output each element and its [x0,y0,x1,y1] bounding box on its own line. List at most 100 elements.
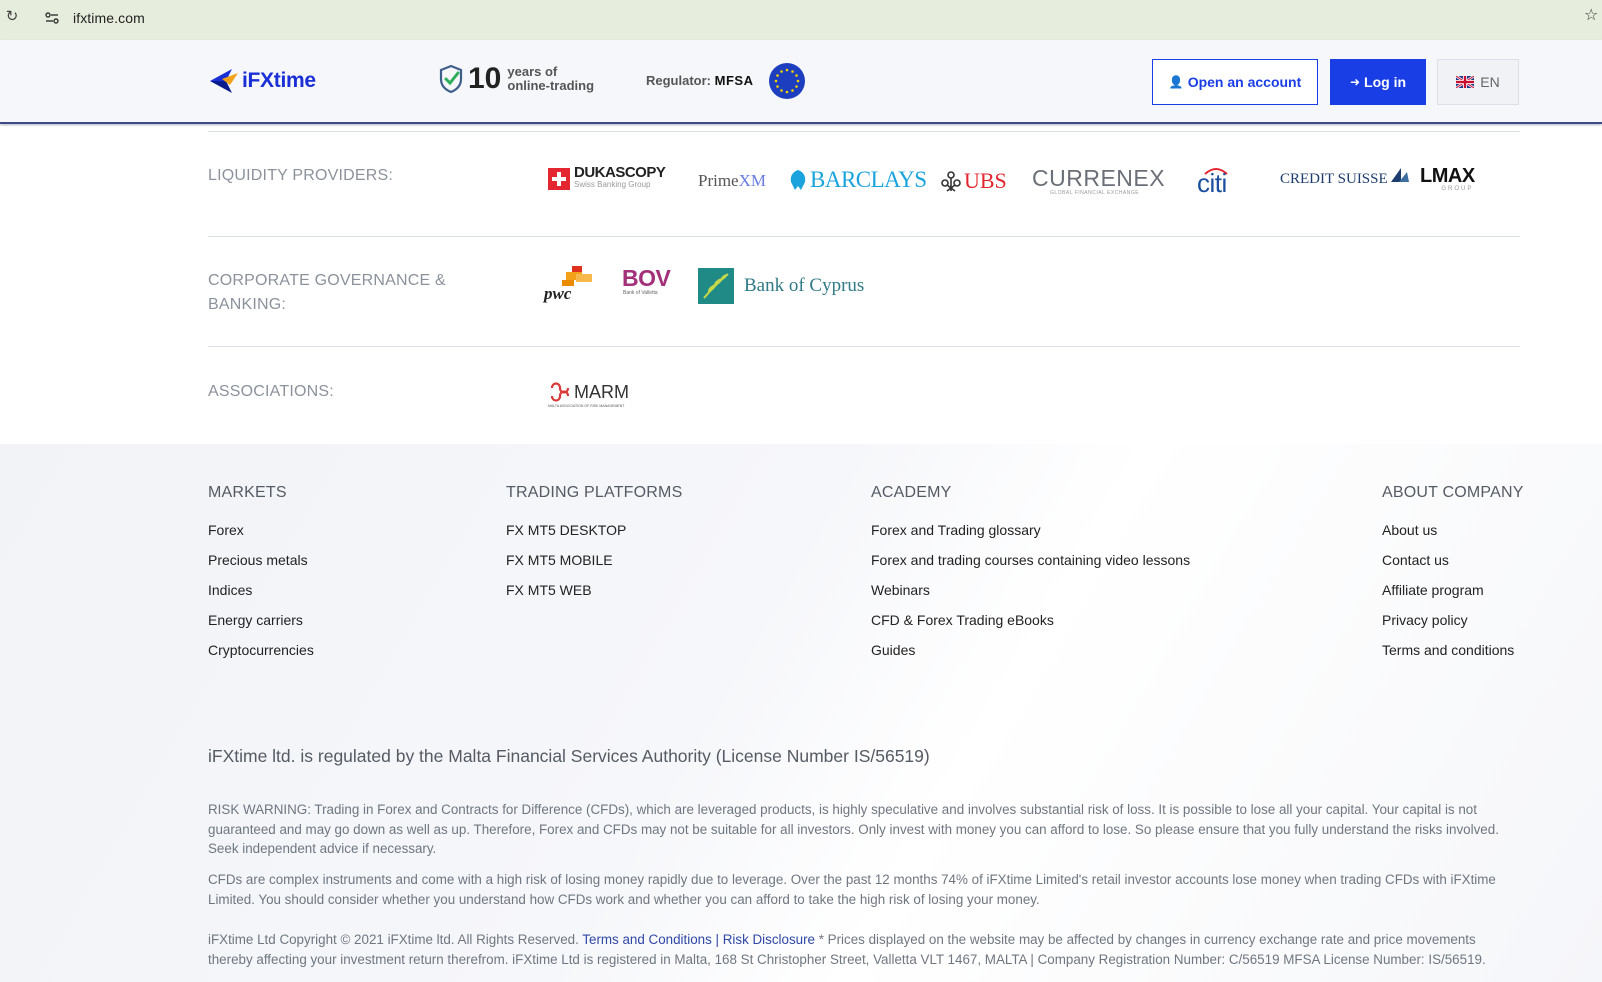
sign-in-icon: ➜ [1349,75,1361,89]
eu-flag-icon [769,63,805,99]
academy-title: ACADEMY [871,484,952,501]
pwc-text: pwc [544,284,572,303]
credit-suisse-logo: CREDIT SUISSE [1280,167,1411,188]
footer-link-webinars[interactable]: Webinars [871,582,930,598]
login-button[interactable]: ➜ Log in [1330,59,1426,105]
primexm-text-a: Prime [698,171,739,190]
marm-sub: MALTA ASSOCIATION OF RISK MANAGEMENT [548,404,625,408]
dukascopy-text: DUKASCOPY [574,164,666,181]
marm-text: MARM [574,381,629,402]
address-bar[interactable]: ifxtime.com [36,4,1556,32]
footer-link-mt5-desktop[interactable]: FX MT5 DESKTOP [506,522,626,538]
language-label: EN [1480,74,1500,90]
footer-link-about-us[interactable]: About us [1382,522,1437,538]
years-badge: 10 years of online-trading [438,64,594,94]
url-text[interactable]: ifxtime.com [73,10,145,26]
footer-link-contact-us[interactable]: Contact us [1382,552,1449,568]
footer-link-glossary[interactable]: Forex and Trading glossary [871,522,1041,538]
language-selector[interactable]: EN [1437,59,1519,105]
footer-link-forex[interactable]: Forex [208,522,244,538]
bank-of-cyprus-text: Bank of Cyprus [744,275,865,296]
site-logo[interactable]: iFXtime [208,66,316,96]
regulator-label: Regulator: [646,73,711,88]
footer-link-mt5-web[interactable]: FX MT5 WEB [506,582,592,598]
uk-flag-icon [1456,76,1475,88]
ubs-keys-icon [941,171,961,192]
copyright-start: iFXtime Ltd Copyright © 2021 iFXtime ltd… [208,932,583,947]
partners-section: LIQUIDITY PROVIDERS: DUKASCOPY Swiss Ban… [0,126,1602,444]
bank-of-cyprus-leaf-icon [698,268,734,304]
divider [208,346,1520,347]
barclays-eagle-icon [790,170,806,190]
risk-disclosure-link[interactable]: Risk Disclosure [723,932,815,947]
link-separator: | [711,932,723,947]
lmax-logo: LMAX GROUP [1420,166,1475,192]
regulation-statement: iFXtime ltd. is regulated by the Malta F… [208,746,930,766]
years-line1: years of [507,64,558,79]
governance-label: CORPORATE GOVERNANCE & BANKING: [208,269,446,317]
bookmark-star-icon[interactable]: ☆ [1584,7,1598,25]
about-company-title: ABOUT COMPANY [1382,484,1524,501]
risk-warning: RISK WARNING: Trading in Forex and Contr… [208,802,1499,856]
copyright-notice: iFXtime Ltd Copyright © 2021 iFXtime ltd… [208,930,1520,969]
bov-sub: Bank of Valletta [623,290,658,296]
citi-text: citi [1197,168,1227,198]
dukascopy-logo: DUKASCOPY Swiss Banking Group [548,164,666,191]
regulator-value: MFSA [714,73,754,88]
footer-link-mt5-mobile[interactable]: FX MT5 MOBILE [506,552,613,568]
footer-link-indices[interactable]: Indices [208,582,252,598]
marm-knot-icon [550,382,570,402]
governance-label-line2: BANKING: [208,296,287,313]
footer-link-precious-metals[interactable]: Precious metals [208,552,308,568]
currenex-logo: CURRENEX GLOBAL FINANCIAL EXCHANGE [1032,166,1165,196]
reload-icon[interactable]: ↻ [3,8,21,26]
marm-logo: MARM MALTA ASSOCIATION OF RISK MANAGEMEN… [548,380,629,409]
years-number: 10 [468,62,502,95]
credit-suisse-sails-icon [1390,167,1409,182]
primexm-logo: Prime XM [698,171,766,191]
currenex-sub: GLOBAL FINANCIAL EXCHANGE [1050,190,1140,196]
currenex-text: CURRENEX [1032,165,1166,191]
site-info-icon[interactable] [44,10,60,26]
footer-link-cryptocurrencies[interactable]: Cryptocurrencies [208,642,314,658]
logo-arrow-icon [210,69,238,93]
footer-link-energy-carriers[interactable]: Energy carriers [208,612,303,628]
terms-and-conditions-link[interactable]: Terms and Conditions [582,932,712,947]
ubs-logo: UBS [940,168,1007,194]
lmax-text: LMAX [1420,165,1475,187]
swiss-cross-icon [548,168,570,190]
footer-link-privacy[interactable]: Privacy policy [1382,612,1468,628]
footer-link-courses[interactable]: Forex and trading courses containing vid… [871,552,1190,568]
governance-label-line1: CORPORATE GOVERNANCE & [208,272,446,289]
markets-title: MARKETS [208,484,287,501]
open-account-button[interactable]: 👤 Open an account [1152,59,1318,105]
divider [208,131,1520,132]
footer-link-affiliate[interactable]: Affiliate program [1382,582,1484,598]
footer-link-ebooks[interactable]: CFD & Forex Trading eBooks [871,612,1054,628]
browser-toolbar: ↻ ifxtime.com ☆ [0,0,1602,40]
site-footer: MARKETS Forex Precious metals Indices En… [0,444,1602,982]
logo-text: iFXtime [242,69,316,92]
primexm-text-b: XM [738,171,767,190]
footer-link-terms[interactable]: Terms and conditions [1382,642,1514,658]
bank-of-cyprus-logo: Bank of Cyprus [698,268,864,304]
cfd-warning: CFDs are complex instruments and come wi… [208,872,1496,907]
bov-text: BOV [622,265,671,291]
years-caption: years of online-trading [507,65,594,93]
trading-platforms-title: TRADING PLATFORMS [506,484,683,501]
associations-label: ASSOCIATIONS: [208,383,334,400]
citi-logo: citi [1195,164,1237,198]
pwc-logo: pwc [544,266,598,304]
ubs-text: UBS [964,168,1007,193]
barclays-text: BARCLAYS [810,167,927,192]
liquidity-providers-label: LIQUIDITY PROVIDERS: [208,167,394,184]
login-label: Log in [1364,74,1407,90]
footer-link-guides[interactable]: Guides [871,642,915,658]
credit-suisse-text: CREDIT SUISSE [1280,171,1388,187]
years-line2: online-trading [507,78,595,93]
site-header: iFXtime 10 years of online-trading Regul… [0,40,1602,124]
barclays-logo: BARCLAYS [788,167,927,193]
user-icon: 👤 [1168,75,1184,89]
shield-check-icon [439,64,463,94]
regulator-info: Regulator: MFSA [646,73,753,88]
